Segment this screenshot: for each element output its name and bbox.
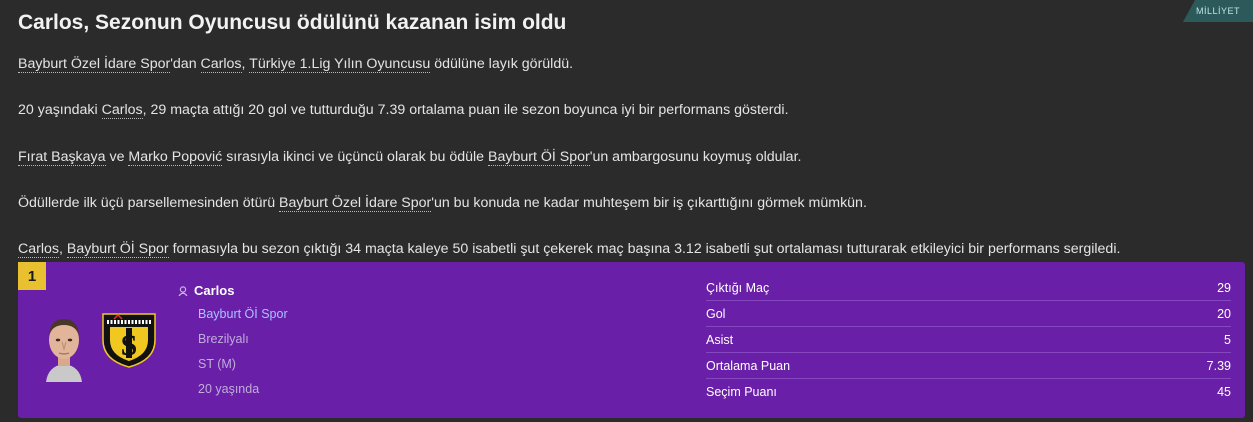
club-link[interactable]: Bayburt Öİ Spor [198,307,288,321]
paragraph-3: Fırat Başkaya ve Marko Popović sırasıyla… [18,149,802,166]
third-place-player-link[interactable]: Marko Popović [128,149,223,166]
second-place-player-link[interactable]: Fırat Başkaya [18,149,106,166]
news-headline: Carlos, Sezonun Oyuncusu ödülünü kazanan… [18,11,567,34]
paragraph-2: 20 yaşındaki Carlos, 29 maçta attığı 20 … [18,102,789,119]
stat-row-appearances: Çıktığı Maç 29 [706,275,1231,301]
stat-value: 29 [1217,280,1231,295]
stat-value: 20 [1217,306,1231,321]
award-link[interactable]: Türkiye 1.Lig Yılın Oyuncusu [249,56,431,73]
paragraph-4: Ödüllerde ilk üçü parsellemesinden ötürü… [18,195,867,212]
stat-value: 45 [1217,384,1231,399]
stat-row-selection-points: Seçim Puanı 45 [706,379,1231,404]
stat-label: Çıktığı Maç [706,280,770,295]
team-link[interactable]: Bayburt Özel İdare Spor [279,195,432,212]
stat-label: Ortalama Puan [706,358,791,373]
stat-label: Gol [706,306,726,321]
paragraph-1: Bayburt Özel İdare Spor'dan Carlos, Türk… [18,56,574,73]
stat-row-assists: Asist 5 [706,327,1231,353]
stat-label: Seçim Puanı [706,384,777,399]
person-icon [178,285,188,296]
rank-badge: 1 [18,262,46,290]
stat-value: 5 [1224,332,1231,347]
club-crest-image[interactable]: S [100,310,158,368]
source-badge[interactable]: MİLLİYET [1183,0,1253,22]
player-face-image[interactable] [42,310,86,382]
team-link[interactable]: Bayburt Öİ Spor [66,241,169,258]
player-link[interactable]: Carlos [101,102,143,119]
paragraph-5: Carlos, Bayburt Öİ Spor formasıyla bu se… [18,241,1121,258]
nationality: Brezilyalı [198,332,249,346]
player-position: ST (M) [198,357,236,371]
stat-row-average-rating: Ortalama Puan 7.39 [706,353,1231,379]
player-name-link[interactable]: Carlos [178,283,234,298]
player-link[interactable]: Carlos [200,56,242,73]
team-link[interactable]: Bayburt Öİ Spor [488,149,590,166]
player-age: 20 yaşında [198,382,260,396]
stat-row-goals: Gol 20 [706,301,1231,327]
team-link[interactable]: Bayburt Özel İdare Spor [18,56,171,73]
stat-label: Asist [706,332,734,347]
player-name: Carlos [194,283,235,298]
player-link[interactable]: Carlos [18,241,59,258]
stat-value: 7.39 [1206,358,1231,373]
